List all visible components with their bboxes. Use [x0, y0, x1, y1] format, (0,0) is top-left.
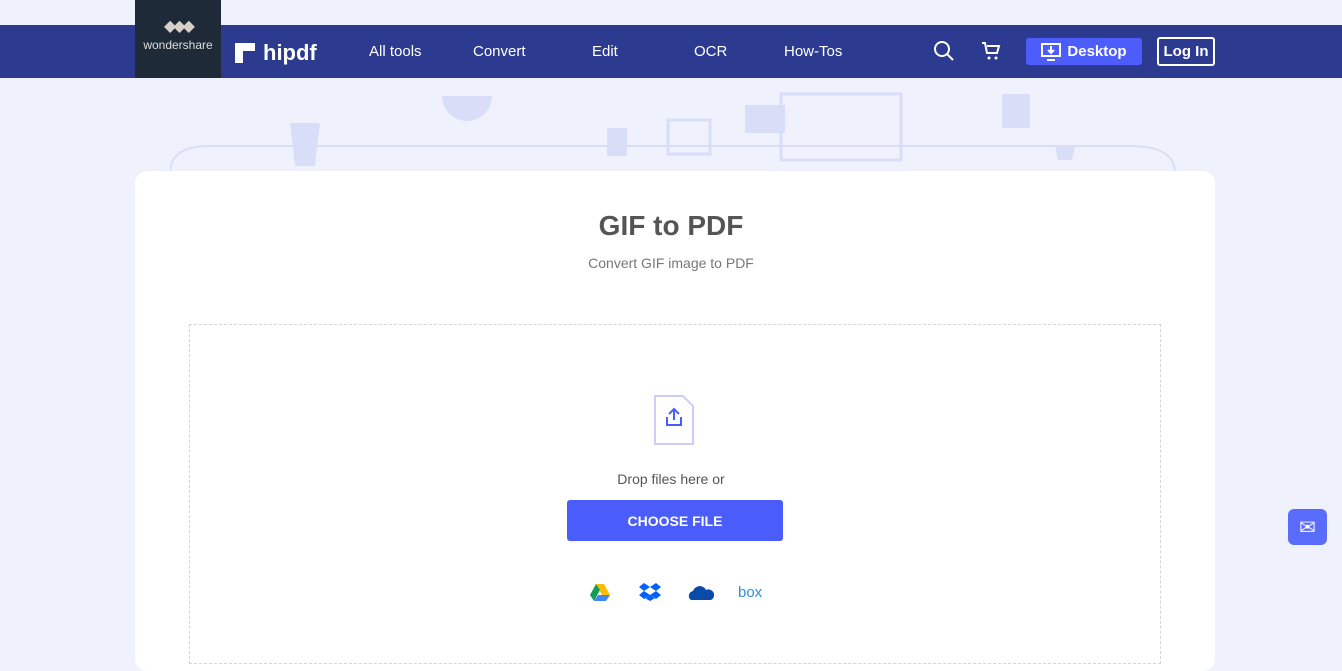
file-upload-icon — [654, 395, 694, 445]
nav-ocr[interactable]: OCR — [694, 43, 727, 60]
search-icon[interactable] — [933, 40, 955, 62]
nav-all-tools[interactable]: All tools — [369, 43, 422, 60]
drop-files-text: Drop files here or — [617, 471, 725, 487]
cart-icon[interactable] — [980, 40, 1002, 62]
nav-edit[interactable]: Edit — [592, 43, 618, 60]
login-button[interactable]: Log In — [1157, 37, 1215, 66]
hipdf-label: hipdf — [263, 40, 317, 65]
wondershare-label: wondershare — [143, 38, 213, 52]
download-monitor-icon — [1041, 42, 1062, 61]
box-icon[interactable]: box — [738, 584, 762, 601]
mail-icon: ✉ — [1299, 516, 1316, 539]
google-drive-icon[interactable] — [589, 582, 611, 602]
hipdf-logo[interactable]: hipdf — [235, 40, 317, 66]
page-title: GIF to PDF — [598, 210, 744, 241]
choose-file-button[interactable]: CHOOSE FILE — [567, 500, 783, 541]
wondershare-logo[interactable]: ◆◆◆ wondershare — [135, 0, 221, 78]
hipdf-logo-icon — [235, 43, 255, 63]
page-subtitle: Convert GIF image to PDF — [588, 255, 754, 271]
background-illustration — [170, 78, 1176, 173]
dropbox-icon[interactable] — [639, 582, 661, 602]
nav-how-tos[interactable]: How-Tos — [784, 43, 842, 60]
nav-convert[interactable]: Convert — [473, 43, 526, 60]
desktop-label: Desktop — [1067, 43, 1127, 60]
onedrive-icon[interactable] — [688, 582, 714, 602]
desktop-button[interactable]: Desktop — [1026, 38, 1142, 65]
feedback-mail-button[interactable]: ✉ — [1288, 509, 1327, 545]
drop-zone[interactable] — [189, 324, 1161, 664]
